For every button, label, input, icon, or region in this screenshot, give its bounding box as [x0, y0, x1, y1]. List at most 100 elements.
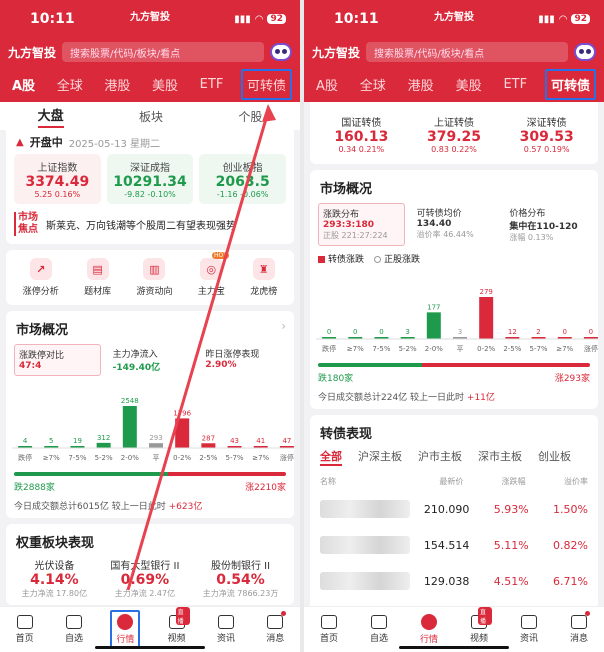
market-overview-card: 市场概况 涨跌分布 293:3:180 正股 221:27:224 可转债均价 134…: [310, 170, 598, 409]
table-row[interactable]: 210.090 5.93% 1.50%: [310, 491, 598, 527]
bar-chart-icon: ▥: [143, 258, 166, 280]
market-focus-news[interactable]: 市场 焦点 斯莱克、万向钱潮等个股周二有望表现强势: [6, 208, 294, 244]
cb-index-card[interactable]: 上证转债 379.25 0.83 0.22%: [411, 110, 498, 158]
index-card[interactable]: 上证指数 3374.49 5.25 0.16%: [14, 154, 101, 204]
rise-fall-box[interactable]: 涨跌分布 293:3:180 正股 221:27:224: [318, 203, 405, 246]
nav-video[interactable]: 直播 视频: [466, 607, 492, 646]
sub-tabs: 大盘 板块 个股: [0, 102, 300, 130]
blurred-name: [320, 500, 410, 518]
legend-stock[interactable]: 正股涨跌: [374, 252, 420, 265]
dist-value: 1796: [173, 409, 191, 417]
tab-convertible-bond[interactable]: 可转债: [544, 68, 596, 100]
tool-dragon-tiger[interactable]: ♜ 龙虎榜: [250, 258, 277, 297]
avg-price-box[interactable]: 可转债均价 134.40 溢价率 46.44%: [413, 203, 498, 246]
net-inflow-box[interactable]: 主力净流入 -149.40亿: [109, 344, 194, 376]
dist-label: ≥7%: [252, 454, 269, 462]
tab-hk[interactable]: 港股: [404, 71, 438, 98]
dist-bar: [149, 443, 163, 448]
sector-item[interactable]: 国有大型银行 II 0.69% 主力净流 2.47亿: [110, 557, 179, 599]
nav-home[interactable]: 首页: [316, 613, 342, 646]
perf-tab[interactable]: 深市主板: [478, 448, 522, 466]
tab-convertible-bond[interactable]: 可转债: [240, 68, 292, 100]
subtab-stock[interactable]: 个股: [238, 108, 262, 125]
dist-label: 7-5%: [68, 454, 86, 462]
table-row[interactable]: 129.038 4.51% 6.71%: [310, 563, 598, 599]
unread-dot: [281, 611, 287, 616]
dist-label: 2-5%: [199, 454, 217, 462]
nav-market[interactable]: 行情: [416, 612, 442, 647]
search-input[interactable]: 搜索股票/代码/板块/看点: [366, 42, 568, 62]
tool-limit-analysis[interactable]: ↗ 涨停分析: [23, 258, 59, 297]
section-title: 市场概况: [320, 182, 373, 197]
market-tabs: A股 全球 港股 美股 ETF 可转债: [304, 66, 604, 102]
home-icon: [320, 615, 337, 629]
dist-value: 0: [562, 328, 566, 336]
cb-index-card[interactable]: 深证转债 309.53 0.57 0.19%: [503, 110, 590, 158]
target-icon: ◎: [200, 258, 223, 280]
dist-bar: [122, 406, 137, 448]
blurred-name: [320, 536, 410, 554]
checkbox-icon: [65, 615, 82, 629]
robot-assistant-icon[interactable]: [270, 43, 292, 61]
market-overview-card: 市场概况 › 涨跌停对比 47:4 主力净流入 -149.40亿 昨日涨停表现 2.9…: [6, 311, 294, 518]
subtab-sector[interactable]: 板块: [139, 108, 163, 125]
status-bar: 10:11 九方智投 ▮▮▮ ◠ 92: [0, 0, 300, 38]
price-dist-box[interactable]: 价格分布 集中在110-120 涨幅 0.13%: [505, 203, 590, 246]
nav-news[interactable]: 资讯: [516, 613, 542, 646]
nav-market[interactable]: 行情: [110, 610, 141, 649]
tab-global[interactable]: 全球: [356, 71, 390, 98]
dist-value: 4: [23, 437, 28, 445]
sector-item[interactable]: 股份制银行 II 0.54% 主力净流 7866.23万: [203, 557, 279, 599]
tab-global[interactable]: 全球: [53, 71, 87, 98]
legend-cb[interactable]: 转债涨跌: [318, 252, 364, 265]
nav-watchlist[interactable]: 自选: [366, 613, 392, 646]
perf-tab[interactable]: 沪市主板: [418, 448, 462, 466]
tab-us[interactable]: 美股: [148, 71, 182, 98]
tab-us[interactable]: 美股: [452, 71, 486, 98]
dist-bar: [201, 443, 216, 448]
nav-messages[interactable]: 消息: [566, 611, 592, 646]
dist-value: 177: [427, 303, 440, 311]
book-icon: ▤: [86, 258, 109, 280]
perf-tab[interactable]: 创业板: [538, 448, 571, 466]
dist-value: 3: [458, 328, 462, 336]
perf-tab[interactable]: 沪深主板: [358, 448, 402, 466]
tool-main-force[interactable]: ◎ HOT 主力宝: [198, 252, 229, 297]
tool-theme-library[interactable]: ▤ 题材库: [84, 258, 111, 297]
dist-label: 2-0%: [121, 454, 139, 462]
tool-hot-money[interactable]: ▥ 游资动向: [136, 258, 172, 297]
tab-a-share[interactable]: A股: [312, 71, 342, 98]
chevron-right-icon[interactable]: ›: [281, 319, 286, 333]
dist-value: 287: [202, 434, 215, 442]
app-logo: 九方智投: [312, 45, 361, 60]
index-card[interactable]: 深证成指 10291.34 -9.82 -0.10%: [106, 154, 194, 204]
subtab-overview[interactable]: 大盘: [37, 105, 64, 128]
perf-tab-all[interactable]: 全部: [320, 448, 342, 466]
dist-label: 跌停: [322, 344, 336, 353]
nav-watchlist[interactable]: 自选: [61, 613, 87, 646]
nav-video[interactable]: 直播 视频: [164, 607, 190, 646]
yesterday-limit-box[interactable]: 昨日涨停表现 2.90%: [201, 344, 286, 376]
tab-etf[interactable]: ETF: [499, 73, 531, 96]
tab-etf[interactable]: ETF: [196, 73, 228, 96]
sector-item[interactable]: 光伏设备 4.14% 主力净流 17.80亿: [22, 557, 87, 599]
robot-assistant-icon[interactable]: [574, 43, 596, 61]
search-input[interactable]: 搜索股票/代码/板块/看点: [62, 42, 264, 62]
rise-count: 涨293家: [554, 374, 590, 384]
cb-index-card[interactable]: 国证转债 160.13 0.34 0.21%: [318, 110, 405, 158]
nav-home[interactable]: 首页: [12, 613, 38, 646]
nav-messages[interactable]: 消息: [262, 611, 288, 646]
tab-a-share[interactable]: A股: [8, 71, 39, 98]
nav-news[interactable]: 资讯: [213, 613, 239, 646]
news-text: 斯莱克、万向钱潮等个股周二有望表现强势: [46, 220, 236, 232]
dist-label: 2-0%: [425, 345, 443, 353]
distribution-chart: 4 跌停 5 ≥7% 19 7-5% 312 5-2% 2548 2-0% 293 平 1796 0-2%…: [12, 382, 294, 470]
dist-bar: [96, 442, 111, 448]
tab-hk[interactable]: 港股: [100, 71, 134, 98]
dist-value: 0: [379, 328, 383, 336]
index-card[interactable]: 创业板指 2063.5 -1.16 -0.06%: [199, 154, 287, 204]
table-row[interactable]: 154.514 5.11% 0.82%: [310, 527, 598, 563]
turnover-summary: 今日成交额总计224亿 较上一日此时 +11亿: [318, 393, 495, 403]
limit-compare-box[interactable]: 涨跌停对比 47:4: [14, 344, 101, 376]
legend: 转债涨跌 正股涨跌: [310, 248, 598, 269]
